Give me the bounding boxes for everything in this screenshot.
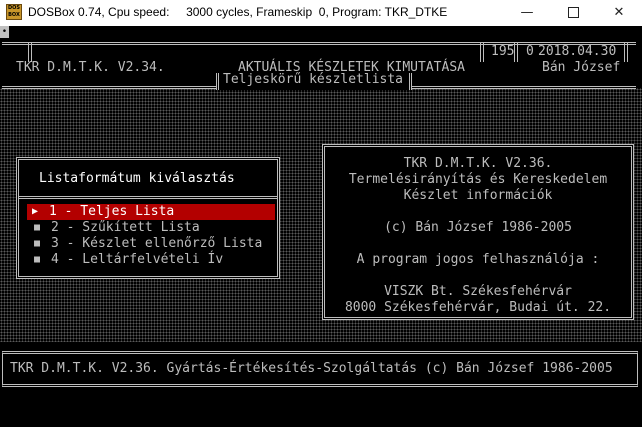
menu-item-keszlet-ellenorzo-lista[interactable]: ■ 3 - Készlet ellenőrző Lista (29, 236, 273, 252)
info-licensee-name: VISZK Bt. Székesfehérvár (384, 284, 572, 299)
program-info-box: TKR D.M.T.K. V2.36. Termelésirányítás és… (322, 144, 634, 320)
header-counter: 195 (491, 44, 515, 59)
menu-item-label: 2 - Szűkített Lista (51, 220, 200, 235)
header-separator (480, 42, 484, 62)
menu-item-teljes-lista[interactable]: ▶ 1 - Teljes Lista (27, 204, 275, 220)
maximize-button[interactable] (550, 0, 596, 26)
header-date: 2018.04.30 (538, 44, 617, 59)
system-menu-button[interactable]: • (0, 26, 9, 38)
maximize-icon (567, 7, 579, 18)
dosbox-app-icon[interactable]: DOS BOX (6, 4, 22, 20)
square-bullet-icon: ■ (34, 254, 41, 265)
menu-item-szukitett-lista[interactable]: ■ 2 - Szűkített Lista (29, 220, 273, 236)
menu-title: Listaformátum kiválasztás (39, 171, 235, 186)
info-licensee-label: A program jogos felhasználója : (356, 252, 600, 267)
header-separator (28, 42, 32, 62)
menu-item-leltarfelveteli-iv[interactable]: ■ 4 - Leltárfelvételi Ív (29, 252, 273, 268)
header-app-version: TKR D.M.T.K. V2.34. (16, 60, 165, 75)
footer-text: TKR D.M.T.K. V2.36. Gyártás-Értékesítés-… (10, 361, 613, 376)
menu-item-label: 4 - Leltárfelvételi Ív (51, 252, 224, 267)
header-separator (514, 42, 518, 62)
header-separator (624, 42, 628, 62)
close-button[interactable]: ✕ (596, 0, 642, 26)
footer-bar: TKR D.M.T.K. V2.36. Gyártás-Értékesítés-… (2, 351, 638, 387)
subtitle-box: Teljeskörű készletlista (216, 73, 412, 90)
header-user: Bán József (542, 60, 621, 75)
info-copyright: (c) Bán József 1986-2005 (384, 220, 572, 235)
info-description: Termelésirányítás és Kereskedelem (348, 172, 608, 187)
dos-screen[interactable]: • 195 0 2018.04.30 TKR D.M.T.K. V2.34. A… (0, 26, 642, 427)
square-bullet-icon: ■ (34, 222, 41, 233)
selected-arrow-icon: ▶ (32, 206, 39, 217)
menu-item-label: 3 - Készlet ellenőrző Lista (51, 236, 263, 251)
info-description-2: Készlet információk (403, 188, 553, 203)
menu-divider (19, 196, 277, 199)
window-titlebar[interactable]: DOS BOX DOSBox 0.74, Cpu speed: 3000 cyc… (0, 0, 642, 26)
minimize-button[interactable]: — (504, 0, 550, 26)
info-licensee-address: 8000 Székesfehérvár, Budai út. 22. (344, 300, 612, 315)
menu-item-label: 1 - Teljes Lista (49, 204, 175, 219)
square-bullet-icon: ■ (34, 238, 41, 249)
list-format-menu: Listaformátum kiválasztás ▶ 1 - Teljes L… (16, 157, 280, 279)
header-counter-2: 0 (526, 44, 534, 59)
window-title: DOSBox 0.74, Cpu speed: 3000 cycles, Fra… (28, 5, 448, 19)
info-product-name: TKR D.M.T.K. V2.36. (403, 156, 553, 171)
header-subtitle: Teljeskörű készletlista (223, 72, 404, 87)
